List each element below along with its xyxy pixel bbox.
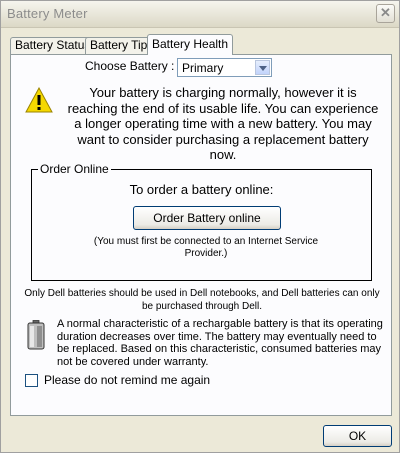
- window-title: Battery Meter: [7, 6, 88, 21]
- order-battery-online-button[interactable]: Order Battery online: [133, 206, 281, 230]
- order-online-title: To order a battery online:: [129, 182, 274, 197]
- warning-icon: [25, 87, 53, 113]
- choose-battery-select[interactable]: Primary: [177, 58, 272, 77]
- battery-health-panel: Choose Battery : Primary Your battery is…: [10, 54, 392, 416]
- dell-batteries-note: Only Dell batteries should be used in De…: [24, 288, 380, 312]
- order-online-group: Order Online To order a battery online: …: [31, 162, 372, 281]
- warning-message: Your battery is charging normally, howev…: [67, 85, 379, 162]
- isp-connection-note: (You must first be connected to an Inter…: [93, 236, 319, 259]
- remind-checkbox[interactable]: [25, 374, 38, 387]
- choose-battery-value: Primary: [182, 61, 224, 75]
- battery-meter-window: Battery Meter ✕ Battery Status Battery T…: [0, 0, 400, 453]
- close-icon: ✕: [380, 5, 391, 20]
- tab-battery-status[interactable]: Battery Status: [10, 37, 96, 54]
- remind-checkbox-label[interactable]: Please do not remind me again: [44, 373, 210, 387]
- battery-icon: [27, 320, 45, 350]
- choose-battery-label: Choose Battery :: [85, 59, 175, 73]
- dropdown-arrow-icon[interactable]: [255, 60, 270, 75]
- title-bar[interactable]: Battery Meter ✕: [1, 1, 399, 28]
- tab-battery-health[interactable]: Battery Health: [147, 34, 234, 55]
- close-button[interactable]: ✕: [376, 4, 395, 23]
- battery-life-info: A normal characteristic of a rechargable…: [57, 318, 383, 368]
- order-online-legend: Order Online: [38, 162, 111, 176]
- ok-button[interactable]: OK: [323, 425, 392, 447]
